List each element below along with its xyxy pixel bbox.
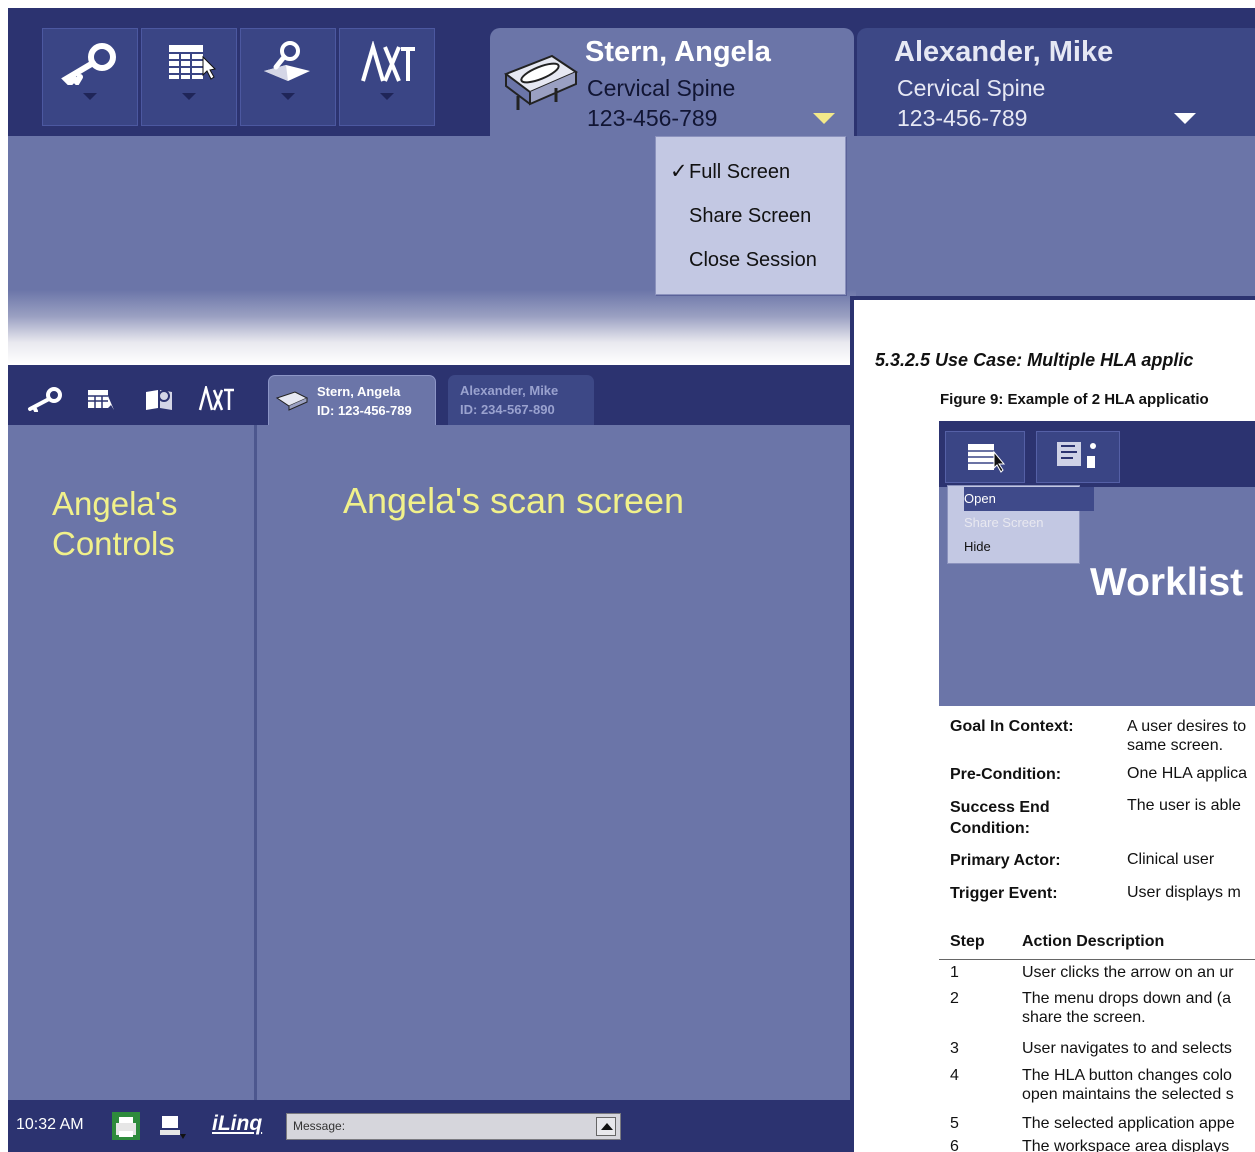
- section-heading: 5.3.2.5 Use Case: Multiple HLA applic: [875, 350, 1194, 370]
- search-button[interactable]: [240, 28, 336, 126]
- tab-patient-id: ID: 234-567-890: [460, 402, 555, 417]
- scan-screen: Angela's scan screen: [257, 425, 856, 1100]
- step-text: The HLA button changes colo open maintai…: [1022, 1067, 1234, 1103]
- tab-alexander-mike[interactable]: Alexander, Mike ID: 234-567-890: [448, 375, 594, 425]
- chevron-down-icon: [182, 93, 196, 100]
- patient-scanner-icon: [503, 54, 579, 110]
- tab-patient-name: Stern, Angela: [585, 36, 771, 68]
- menu-item-open: Open: [964, 491, 996, 506]
- message-expand-button[interactable]: [596, 1117, 616, 1136]
- controls-panel: Angela's Controls: [8, 425, 254, 1100]
- field-label-success: Success End Condition:: [950, 799, 1050, 837]
- small-toolbar: Stern, Angela ID: 123-456-789 Alexander,…: [8, 365, 856, 425]
- document-page: 5.3.2.5 Use Case: Multiple HLA applic Fi…: [854, 300, 1255, 1152]
- field-value-goal: A user desires to same screen.: [1127, 718, 1247, 754]
- menu-item-close-session[interactable]: Close Session: [689, 249, 817, 272]
- key-icon: [61, 43, 116, 85]
- worklist-button[interactable]: [141, 28, 237, 126]
- field-value-precondition: One HLA applica: [1127, 765, 1248, 782]
- tab-patient-id: ID: 123-456-789: [317, 403, 412, 418]
- tab-patient-id: 123-456-789: [897, 105, 1028, 131]
- tab-patient-id: 123-456-789: [587, 105, 718, 131]
- step-number: 4: [950, 1067, 959, 1084]
- menu-item-hide: Hide: [964, 539, 991, 554]
- session-menu: ✓ Full Screen Share Screen Close Session: [655, 136, 846, 295]
- field-label-trigger: Trigger Event:: [950, 885, 1058, 902]
- key-icon[interactable]: [26, 386, 66, 412]
- step-text: The workspace area displays: [1022, 1138, 1230, 1152]
- field-value-trigger: User displays m: [1127, 884, 1241, 901]
- brand-logo: iLinq: [212, 1112, 263, 1135]
- step-text: The menu drops down and (a share the scr…: [1022, 990, 1232, 1026]
- tab-menu-arrow-icon[interactable]: [813, 113, 835, 124]
- worklist-icon: [968, 444, 1006, 473]
- field-label-precondition: Pre-Condition:: [950, 766, 1062, 783]
- step-number: 3: [950, 1040, 959, 1057]
- application-icon: [1057, 442, 1096, 468]
- tab-patient-name: Alexander, Mike: [894, 36, 1114, 68]
- figure-menu: Open Share Screen Hide: [947, 485, 1094, 564]
- figure-toolbar: [939, 421, 1255, 487]
- tab-menu-arrow-icon[interactable]: [1174, 113, 1196, 124]
- chevron-up-icon: [601, 1123, 613, 1130]
- printer-icon[interactable]: [108, 1109, 144, 1143]
- menu-item-share-screen[interactable]: Share Screen: [689, 205, 811, 228]
- field-value-actor: Clinical user: [1127, 851, 1215, 868]
- steps-rule: [939, 959, 1255, 960]
- chevron-down-icon: [380, 93, 394, 100]
- tab-stern-angela[interactable]: Stern, Angela Cervical Spine 123-456-789: [490, 28, 854, 136]
- message-field[interactable]: Message:: [286, 1113, 621, 1140]
- tools-button[interactable]: [339, 28, 435, 126]
- worklist-icon[interactable]: [84, 386, 120, 412]
- steps-header-desc: Action Description: [1022, 933, 1165, 950]
- figure-screenshot: Open Share Screen Hide Worklist: [939, 421, 1255, 706]
- tools-icon: [361, 41, 415, 82]
- worklist-icon: [169, 45, 217, 80]
- step-number: 6: [950, 1138, 959, 1152]
- step-text: User clicks the arrow on an ur: [1022, 964, 1234, 981]
- patient-scanner-icon: [275, 391, 309, 411]
- field-label-actor: Primary Actor:: [950, 852, 1061, 869]
- menu-item-share-screen: Share Screen: [964, 515, 1044, 530]
- step-number: 1: [950, 964, 959, 981]
- step-text: User navigates to and selects: [1022, 1040, 1232, 1057]
- application-button: [1036, 431, 1120, 483]
- controls-label: Angela's Controls: [52, 485, 178, 562]
- menu-item-full-screen[interactable]: Full Screen: [689, 161, 790, 184]
- tab-stern-angela[interactable]: Stern, Angela ID: 123-456-789: [268, 375, 436, 425]
- figure-title: Worklist: [1090, 561, 1244, 604]
- scan-label: Angela's scan screen: [343, 480, 685, 521]
- steps-header-step: Step: [950, 933, 985, 950]
- search-book-icon[interactable]: [142, 386, 178, 412]
- search-book-icon: [264, 41, 310, 81]
- field-value-success: The user is able: [1127, 797, 1241, 814]
- step-number: 5: [950, 1115, 959, 1132]
- tab-patient-name: Stern, Angela: [317, 384, 401, 399]
- chevron-down-icon: [281, 93, 295, 100]
- tab-study: Cervical Spine: [897, 75, 1046, 101]
- key-button[interactable]: [42, 28, 138, 126]
- taskbar: 10:32 AM iLinq Message:: [8, 1100, 856, 1152]
- tab-study: Cervical Spine: [587, 75, 736, 101]
- chevron-down-icon: [83, 93, 97, 100]
- top-toolbar: Stern, Angela Cervical Spine 123-456-789…: [8, 8, 1255, 136]
- step-text: The selected application appe: [1022, 1115, 1235, 1132]
- clock: 10:32 AM: [16, 1116, 84, 1133]
- computer-icon[interactable]: [158, 1112, 188, 1142]
- tools-icon[interactable]: [196, 386, 236, 412]
- worklist-button: [945, 431, 1025, 483]
- tab-patient-name: Alexander, Mike: [460, 383, 559, 398]
- field-label-goal: Goal In Context:: [950, 718, 1074, 735]
- figure-caption: Figure 9: Example of 2 HLA applicatio: [940, 391, 1209, 408]
- step-number: 2: [950, 990, 959, 1007]
- fade-divider: [8, 290, 856, 365]
- check-icon: ✓: [670, 160, 688, 183]
- message-placeholder: Message:: [293, 1119, 346, 1133]
